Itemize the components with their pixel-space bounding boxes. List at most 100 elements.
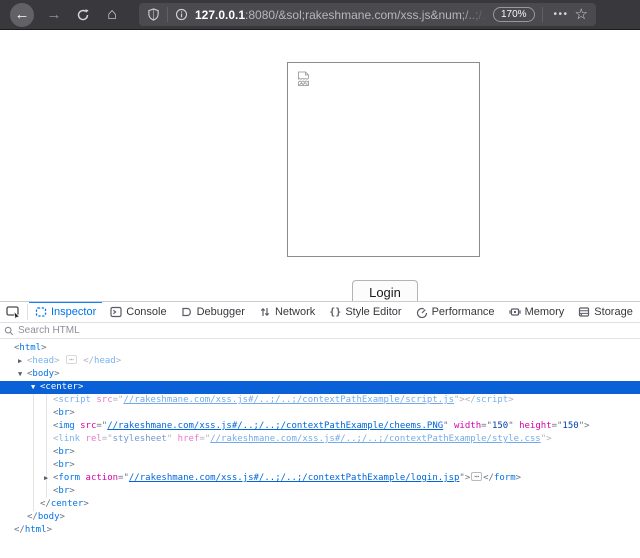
tab-label: Console [126,306,166,318]
markup-token: //rakeshmane.com/xss.js#/..;/..;/context… [123,395,454,405]
markup-token: > [60,512,65,522]
markup-view: <html>▶<head> ⋯ </head>▼<body>▼<center><… [0,339,640,558]
memory-icon [509,306,521,318]
markup-token: 150 [492,421,508,431]
markup-token: > [116,356,121,366]
markup-token: > [69,460,74,470]
markup-row-link[interactable]: <link rel="stylesheet" href="//rakeshman… [0,433,640,446]
expand-arrow-icon[interactable]: ▶ [44,472,48,485]
markup-row-center-open[interactable]: ▼<center> [0,381,640,394]
markup-row-br[interactable]: <br> [0,485,640,498]
console-icon [110,306,122,318]
markup-token: " [443,421,454,431]
pick-element-button[interactable] [0,302,27,322]
markup-token: > [69,486,74,496]
markup-token: center [51,499,84,509]
markup-token: form [58,473,80,483]
tab-style-editor[interactable]: {} Style Editor [322,302,408,322]
bookmark-star-icon[interactable]: ☆ [575,7,588,22]
markup-token: </ [78,356,94,366]
pick-element-icon [6,305,21,320]
markup-token: </ [483,473,494,483]
performance-icon [416,306,428,318]
markup-token: > [54,369,59,379]
markup-row-body-close[interactable]: </body> [0,511,640,524]
site-info-icon[interactable] [175,8,188,21]
markup-token: href [178,434,200,444]
markup-row-form[interactable]: ▶<form action="//rakeshmane.com/xss.js#/… [0,472,640,485]
markup-token: center [45,382,78,392]
search-html-input[interactable] [18,325,636,336]
markup-row-img[interactable]: <img src="//rakeshmane.com/xss.js#/..;/.… [0,420,640,433]
markup-token: script [58,395,91,405]
markup-token: > [69,447,74,457]
markup-token: > [69,408,74,418]
markup-row-center-close[interactable]: </center> [0,498,640,511]
storage-icon [578,306,590,318]
collapsed-content-badge[interactable]: ⋯ [66,355,77,364]
markup-row-html-open[interactable]: <html> [0,342,640,355]
expand-arrow-icon[interactable]: ▶ [18,355,22,368]
markup-row-script[interactable]: <script src="//rakeshmane.com/xss.js#/..… [0,394,640,407]
markup-token: head [32,356,54,366]
tab-label: Inspector [51,306,96,318]
url-domain: 127.0.0.1 [195,8,245,22]
markup-token: br [58,460,69,470]
home-icon: ⌂ [107,6,117,24]
markup-row-head[interactable]: ▶<head> ⋯ </head> [0,355,640,368]
browser-window: ← → ⌂ 127.0.0.1:8080/&sol;rakeshmane.com… [0,0,640,558]
markup-token: </ [40,499,51,509]
broken-image-icon [295,70,313,88]
markup-token: //rakeshmane.com/xss.js#/..;/..;/context… [129,473,460,483]
markup-row-br[interactable]: <br> [0,446,640,459]
markup-row-br[interactable]: <br> [0,459,640,472]
markup-token: br [58,486,69,496]
login-button[interactable]: Login [352,280,418,301]
zoom-level-badge[interactable]: 170% [493,7,535,22]
markup-token: " [167,434,178,444]
markup-token: =" [118,473,129,483]
tab-console[interactable]: Console [103,302,173,322]
markup-token: </ [465,395,476,405]
collapsed-content-badge[interactable]: ⋯ [471,472,482,481]
search-icon [4,326,14,336]
tab-label: Storage [594,306,633,318]
markup-token: head [94,356,116,366]
collapse-arrow-icon[interactable]: ▼ [31,381,35,394]
markup-token: width [454,421,481,431]
page-actions-button[interactable]: ••• [554,9,569,20]
tab-debugger[interactable]: Debugger [174,302,252,322]
tab-memory[interactable]: Memory [502,302,572,322]
url-bar[interactable]: 127.0.0.1:8080/&sol;rakeshmane.com/xss.j… [139,3,596,26]
home-button[interactable]: ⌂ [100,3,124,27]
tab-network[interactable]: Network [252,302,322,322]
devtools-search-bar [0,323,640,339]
markup-token: =" [481,421,492,431]
forward-button[interactable]: → [42,3,66,27]
markup-token: rel [86,434,102,444]
tab-storage[interactable]: Storage [571,302,640,322]
markup-row-html-close[interactable]: </html> [0,524,640,537]
collapse-arrow-icon[interactable]: ▼ [18,368,22,381]
devtools-panel: Inspector Console Debugger Network {} St… [0,301,640,558]
shield-icon[interactable] [147,8,160,21]
markup-token: src [96,395,112,405]
page-content: Login [0,31,640,301]
browser-toolbar: ← → ⌂ 127.0.0.1:8080/&sol;rakeshmane.com… [0,0,640,30]
tab-inspector[interactable]: Inspector [28,302,103,322]
back-button[interactable]: ← [10,3,34,27]
markup-token: body [32,369,54,379]
markup-token: > [516,473,521,483]
forward-icon: → [47,6,62,23]
markup-token: =" [102,434,113,444]
back-icon: ← [15,6,30,23]
markup-token: > [83,499,88,509]
url-input[interactable]: 127.0.0.1:8080/&sol;rakeshmane.com/xss.j… [195,8,487,22]
tab-performance[interactable]: Performance [409,302,502,322]
reload-button[interactable] [71,3,95,27]
markup-row-body-open[interactable]: ▼<body> [0,368,640,381]
markup-token: =" [552,421,563,431]
urlbar-divider [542,7,543,22]
tab-label: Memory [525,306,565,318]
markup-row-br[interactable]: <br> [0,407,640,420]
